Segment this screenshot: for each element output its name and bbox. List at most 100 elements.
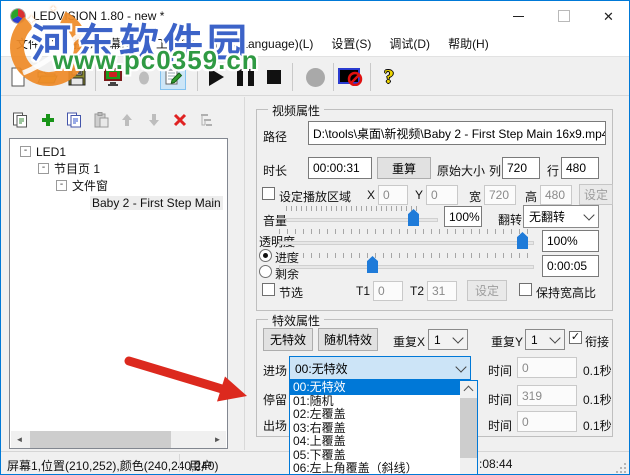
slider-track[interactable] [279, 265, 534, 269]
slider-thumb[interactable] [408, 209, 419, 226]
edit-button[interactable] [160, 64, 186, 90]
slider-thumb[interactable] [517, 232, 528, 249]
record-button[interactable] [302, 64, 328, 90]
menu-control-screen[interactable]: 控制屏幕(C) [64, 31, 147, 56]
join-label: 衔接 [585, 335, 610, 349]
width-input[interactable]: 720 [484, 185, 516, 205]
menu-tools[interactable]: 工具(T) [147, 31, 204, 56]
scrollbar-thumb[interactable] [30, 431, 171, 448]
volume-slider[interactable] [286, 205, 438, 229]
tree-item-program-page[interactable]: 节目页 1 [10, 160, 227, 177]
dropdown-item[interactable]: 01:随机 [290, 394, 460, 409]
dropdown-item[interactable]: 03:右覆盖 [290, 421, 460, 436]
scrollbar-thumb[interactable] [460, 398, 477, 458]
play-button[interactable] [203, 64, 229, 90]
seek-slider[interactable] [279, 252, 534, 276]
tree-item-label: 文件窗 [72, 179, 109, 193]
tree-copy-button[interactable] [65, 111, 83, 129]
tree-add-button[interactable] [39, 111, 57, 129]
scroll-left-icon[interactable]: ◄ [11, 431, 28, 448]
rows-input[interactable]: 480 [561, 157, 599, 179]
minimize-button[interactable] [496, 1, 541, 31]
play-area-checkbox[interactable] [262, 187, 275, 200]
flip-select[interactable]: 无翻转 [523, 205, 599, 228]
scroll-right-icon[interactable]: ► [209, 431, 226, 448]
dropdown-item[interactable]: 04:上覆盖 [290, 434, 460, 449]
y-input[interactable]: 0 [426, 185, 458, 205]
new-button[interactable] [5, 64, 31, 90]
slider-track[interactable] [279, 241, 534, 245]
help-button[interactable]: ? [376, 64, 402, 90]
tree-structure-button[interactable] [197, 111, 215, 129]
entrance-select[interactable]: 00:无特效 [289, 356, 471, 380]
t1-input[interactable]: 0 [373, 281, 403, 301]
resize-grip-icon[interactable] [616, 463, 627, 474]
save-button[interactable] [64, 64, 90, 90]
t2-input[interactable]: 31 [427, 281, 457, 301]
dropdown-item[interactable]: 06:左上角覆盖（斜线） [290, 461, 460, 474]
delete-x-icon [173, 113, 187, 127]
clip-checkbox[interactable] [262, 283, 275, 296]
tree-pages-button[interactable] [11, 111, 29, 129]
menu-language[interactable]: 语言(Language)(L) [204, 31, 322, 56]
tree-move-up-button[interactable] [118, 111, 136, 129]
mouse-button[interactable] [131, 64, 157, 90]
keep-aspect-checkbox[interactable] [519, 283, 532, 296]
cols-input[interactable]: 720 [502, 157, 540, 179]
tree-item-file-window[interactable]: 文件窗 [10, 177, 227, 194]
repeat-x-select[interactable]: 1 [428, 329, 468, 350]
toolbar-separator [95, 63, 96, 91]
menu-file[interactable]: 文件(F) [7, 31, 64, 56]
close-button[interactable]: ✕ [586, 1, 629, 31]
exit-time-input[interactable]: 0 [517, 411, 577, 432]
title-bar: LEDVISION 1.80 - new * ✕ [1, 1, 629, 31]
play-area-label: 设定播放区域 [279, 190, 352, 204]
tree-item-video-file[interactable]: Baby 2 - First Step Main [10, 194, 227, 211]
opacity-slider[interactable] [279, 228, 534, 252]
screen-off-button[interactable] [338, 64, 364, 90]
remaining-radio[interactable] [259, 265, 272, 278]
screen-preview-button[interactable] [100, 64, 126, 90]
no-effect-button[interactable]: 无特效 [263, 328, 313, 351]
dropdown-item[interactable]: 02:左覆盖 [290, 407, 460, 422]
paste-icon [94, 112, 109, 128]
path-input[interactable]: D:\tools\桌面\新视频\Baby 2 - First Step Main… [308, 121, 606, 145]
entrance-time-input[interactable]: 0 [517, 357, 577, 378]
clip-label: 节选 [279, 286, 304, 300]
dropdown-item[interactable]: 05:下覆盖 [290, 448, 460, 463]
tree-delete-button[interactable] [171, 111, 189, 129]
flip-value: 无翻转 [529, 210, 566, 224]
join-checkbox[interactable] [569, 331, 582, 344]
x-input[interactable]: 0 [378, 185, 408, 205]
keep-aspect-label: 保持宽高比 [536, 286, 597, 300]
menu-help[interactable]: 帮助(H) [439, 31, 498, 56]
maximize-button[interactable] [541, 1, 586, 31]
dropdown-item[interactable]: 00:无特效 [290, 380, 460, 395]
progress-radio[interactable] [259, 249, 272, 262]
collapse-icon[interactable] [38, 163, 49, 174]
collapse-icon[interactable] [56, 180, 67, 191]
flip-label: 翻转 [498, 213, 523, 227]
slider-thumb[interactable] [367, 256, 378, 273]
recalc-button[interactable]: 重算 [377, 157, 431, 179]
menu-settings[interactable]: 设置(S) [322, 31, 380, 56]
collapse-icon[interactable] [20, 146, 31, 157]
menu-debug[interactable]: 调试(D) [380, 31, 439, 56]
stop-button[interactable] [261, 64, 287, 90]
tree-item-led1[interactable]: LED1 [10, 143, 227, 160]
pause-button[interactable] [232, 64, 258, 90]
duration-input[interactable]: 00:00:31 [308, 157, 372, 179]
menu-bar: 文件(F) 控制屏幕(C) 工具(T) 语言(Language)(L) 设置(S… [1, 31, 629, 56]
tree-horizontal-scrollbar[interactable]: ◄ ► [11, 431, 226, 448]
random-effect-button[interactable]: 随机特效 [318, 328, 378, 351]
height-input[interactable]: 480 [540, 185, 572, 205]
repeat-y-select[interactable]: 1 [525, 329, 565, 350]
tree-move-down-button[interactable] [145, 111, 163, 129]
x-label: X [367, 188, 376, 202]
screen-off-icon [338, 68, 363, 86]
scroll-up-icon[interactable] [460, 381, 477, 397]
dropdown-scrollbar[interactable] [460, 381, 477, 474]
open-button[interactable] [34, 64, 60, 90]
stay-time-input[interactable]: 319 [517, 385, 577, 406]
tree-paste-button[interactable] [92, 111, 110, 129]
